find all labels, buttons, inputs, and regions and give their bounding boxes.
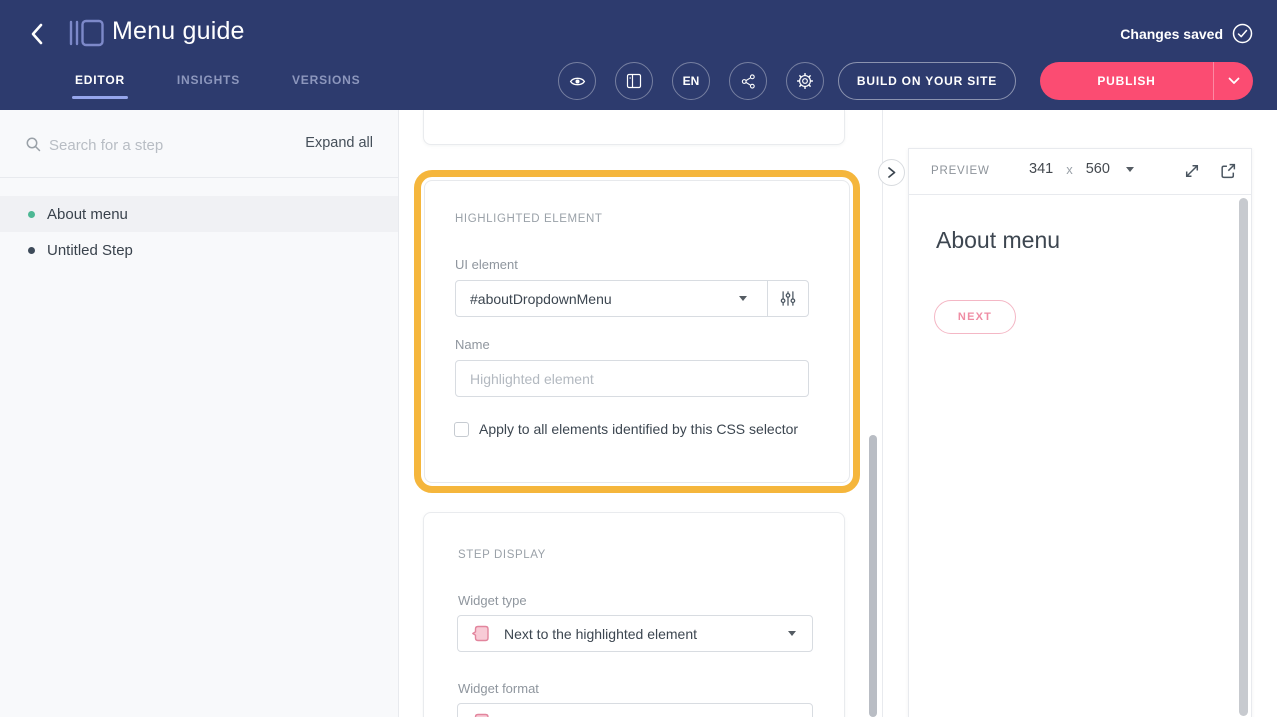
build-on-your-site-button[interactable]: BUILD ON YOUR SITE [838,62,1016,100]
preview-title: PREVIEW [931,165,990,177]
layout-panel-icon [626,73,642,89]
expand-all-link[interactable]: Expand all [305,135,373,151]
widget-format-select[interactable]: Light [457,703,813,717]
header-tabs: EDITOR INSIGHTS VERSIONS [75,73,360,99]
highlighted-element-name-input[interactable] [455,360,809,397]
widget-format-icon [470,711,491,717]
preview-scrollbar[interactable] [1239,198,1248,716]
ui-element-value: #aboutDropdownMenu [456,291,612,307]
expand-diagonal-icon [1183,162,1201,180]
page-title: Menu guide [112,17,245,46]
guide-logo-icon [68,18,106,48]
eye-icon [569,73,586,90]
widget-bubble-icon [470,623,491,644]
widget-type-label: Widget type [458,593,527,608]
apply-to-all-checkbox[interactable] [454,422,469,437]
widget-type-select[interactable]: Next to the highlighted element [457,615,813,652]
sidebar-step-about-menu[interactable]: About menu [0,196,398,232]
viewport-width: 341 [1029,161,1053,177]
name-label: Name [455,337,490,352]
step-status-dot [28,247,35,254]
share-button[interactable] [729,62,767,100]
section-title-highlighted-element: HIGHLIGHTED ELEMENT [455,213,603,225]
top-header: Menu guide Changes saved EDITOR INSIGHTS… [0,0,1277,110]
step-status-dot [28,211,35,218]
section-title-step-display: STEP DISPLAY [458,549,546,561]
previous-settings-card [423,110,845,145]
step-editor-area: HIGHLIGHTED ELEMENT UI element #aboutDro… [400,110,882,717]
select-caret-icon [788,631,796,636]
apply-to-all-row: Apply to all elements identified by this… [454,421,798,437]
step-search-row: Expand all [0,110,398,178]
preview-header: PREVIEW 341 x 560 [909,149,1251,195]
preview-panel: PREVIEW 341 x 560 [908,148,1252,717]
element-settings-button[interactable] [768,290,808,307]
header-icon-buttons: EN [558,62,824,100]
tab-versions[interactable]: VERSIONS [292,73,360,99]
chevron-right-icon [886,166,897,179]
gear-icon [796,72,814,90]
widget-type-value: Next to the highlighted element [504,626,697,642]
sliders-icon [780,290,796,307]
viewport-height: 560 [1086,161,1110,177]
apply-to-all-label: Apply to all elements identified by this… [479,421,798,437]
step-display-card: STEP DISPLAY Widget type Next to the hig… [423,512,845,717]
chevron-left-icon [24,20,52,48]
check-circle-icon [1232,23,1253,44]
preview-step-title: About menu [936,227,1060,254]
viewport-size-separator: x [1066,162,1073,177]
publish-button[interactable]: PUBLISH [1040,62,1213,100]
viewport-size-select[interactable]: 341 x 560 [1029,161,1134,177]
share-icon [740,73,757,90]
search-icon [25,136,42,153]
language-button[interactable]: EN [672,62,710,100]
tab-editor[interactable]: EDITOR [75,73,125,99]
ui-element-label: UI element [455,257,518,272]
publish-dropdown-button[interactable] [1213,62,1253,100]
chevron-down-icon [1228,77,1240,85]
preview-next-button[interactable]: NEXT [934,300,1016,334]
widget-format-label: Widget format [458,681,539,696]
panel-divider [882,110,883,717]
external-link-icon [1219,162,1237,180]
collapse-preview-button[interactable] [878,159,905,186]
ui-element-select[interactable]: #aboutDropdownMenu [455,280,809,317]
select-caret-icon [739,296,747,301]
changes-saved-label: Changes saved [1120,26,1223,42]
language-label: EN [683,74,700,88]
settings-button[interactable] [786,62,824,100]
highlighted-element-card: HIGHLIGHTED ELEMENT UI element #aboutDro… [424,180,850,483]
sidebar-step-untitled[interactable]: Untitled Step [0,232,398,268]
editor-scrollbar[interactable] [869,435,877,717]
app-window: Menu guide Changes saved EDITOR INSIGHTS… [0,0,1277,717]
search-step-input[interactable] [49,134,229,156]
preview-eye-button[interactable] [558,62,596,100]
highlighted-card-focus-ring: HIGHLIGHTED ELEMENT UI element #aboutDro… [414,170,860,493]
back-button[interactable] [24,20,52,48]
publish-split-button: PUBLISH [1040,62,1253,100]
changes-saved-status: Changes saved [1120,23,1253,44]
tab-insights[interactable]: INSIGHTS [177,73,240,99]
layout-panel-button[interactable] [615,62,653,100]
select-caret-icon [1126,167,1134,172]
steps-sidebar: Expand all About menu Untitled Step [0,110,399,717]
expand-preview-button[interactable] [1183,162,1203,182]
open-in-new-window-button[interactable] [1219,162,1239,182]
widget-format-value: Light [504,714,534,717]
step-label: Untitled Step [47,242,133,259]
step-label: About menu [47,206,128,223]
